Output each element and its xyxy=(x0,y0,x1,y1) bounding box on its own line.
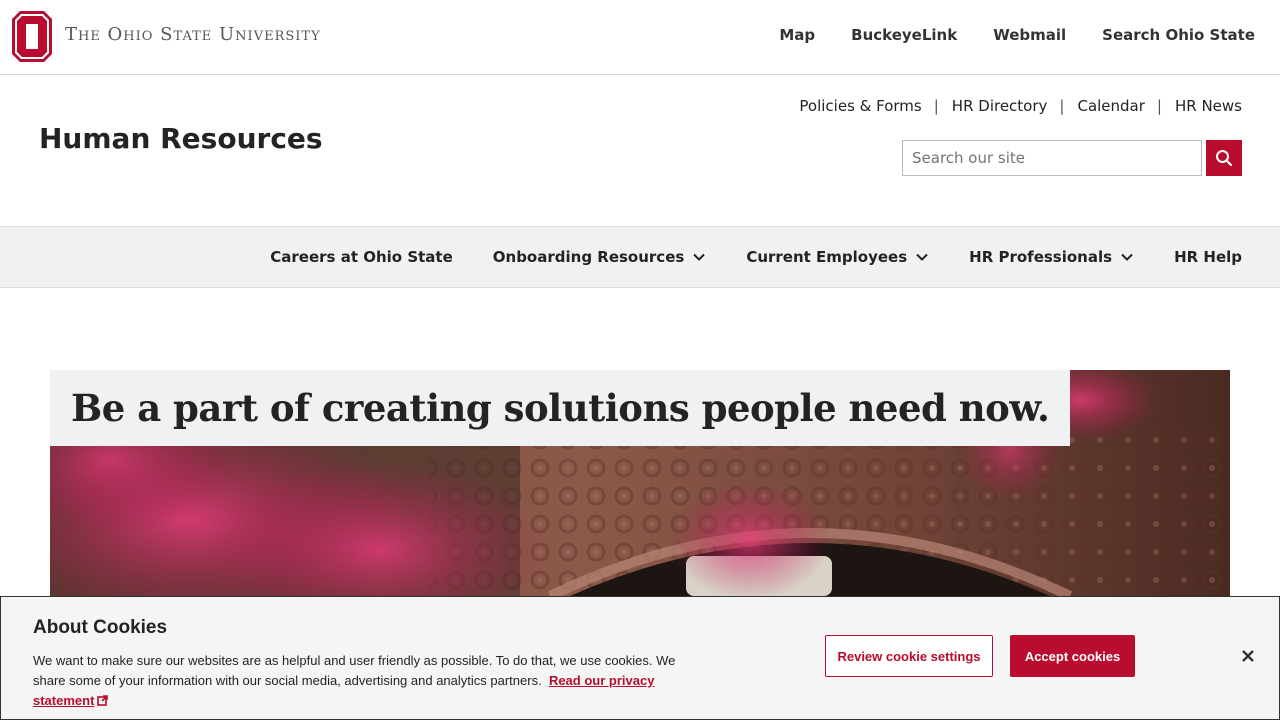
hero-caption: Be a part of creating solutions people n… xyxy=(50,370,1071,446)
university-bar: The Ohio State University Map BuckeyeLin… xyxy=(0,0,1280,75)
webmail-link[interactable]: Webmail xyxy=(993,26,1066,44)
site-title[interactable]: Human Resources xyxy=(39,122,323,155)
utility-links: Policies & Forms | HR Directory | Calend… xyxy=(799,97,1242,115)
buckeyelink-link[interactable]: BuckeyeLink xyxy=(851,26,957,44)
nav-label: Careers at Ohio State xyxy=(270,248,453,266)
external-link-icon xyxy=(97,695,109,706)
policies-forms-link[interactable]: Policies & Forms xyxy=(799,97,921,115)
cookie-banner: About Cookies We want to make sure our w… xyxy=(0,596,1280,720)
close-icon xyxy=(1242,650,1254,662)
divider: | xyxy=(933,97,939,115)
divider: | xyxy=(1059,97,1065,115)
block-o-logo[interactable] xyxy=(12,11,52,62)
nav-label: Onboarding Resources xyxy=(492,248,685,266)
chevron-down-icon xyxy=(916,253,928,261)
hero-banner: Be a part of creating solutions people n… xyxy=(50,370,1230,596)
cookie-title: About Cookies xyxy=(33,617,168,638)
university-wordmark[interactable]: The Ohio State University xyxy=(65,24,321,45)
search-ohio-state-link[interactable]: Search Ohio State xyxy=(1102,26,1255,44)
calendar-link[interactable]: Calendar xyxy=(1077,97,1144,115)
search-button[interactable] xyxy=(1206,140,1242,176)
nav-current-employees[interactable]: Current Employees xyxy=(746,248,929,266)
nav-onboarding-resources[interactable]: Onboarding Resources xyxy=(493,248,707,266)
main-nav: Careers at Ohio State Onboarding Resourc… xyxy=(0,226,1280,288)
accept-cookies-button[interactable]: Accept cookies xyxy=(1010,635,1135,677)
map-link[interactable]: Map xyxy=(779,26,815,44)
divider: | xyxy=(1156,97,1162,115)
chevron-down-icon xyxy=(1121,253,1133,261)
nav-label: HR Professionals xyxy=(969,248,1113,266)
hr-news-link[interactable]: HR News xyxy=(1175,97,1242,115)
nav-label: HR Help xyxy=(1174,248,1242,266)
close-banner-button[interactable] xyxy=(1235,645,1261,667)
search-input[interactable] xyxy=(902,140,1202,176)
chevron-down-icon xyxy=(693,253,706,261)
search-icon xyxy=(1216,150,1233,167)
hr-directory-link[interactable]: HR Directory xyxy=(952,97,1048,115)
review-cookie-settings-button[interactable]: Review cookie settings xyxy=(825,635,993,677)
nav-label: Current Employees xyxy=(746,248,908,266)
nav-hr-help[interactable]: HR Help xyxy=(1174,248,1242,266)
nav-careers[interactable]: Careers at Ohio State xyxy=(270,248,452,266)
university-links: Map BuckeyeLink Webmail Search Ohio Stat… xyxy=(779,26,1255,44)
cookie-text: We want to make sure our websites are as… xyxy=(33,651,693,711)
nav-hr-professionals[interactable]: HR Professionals xyxy=(969,248,1134,266)
